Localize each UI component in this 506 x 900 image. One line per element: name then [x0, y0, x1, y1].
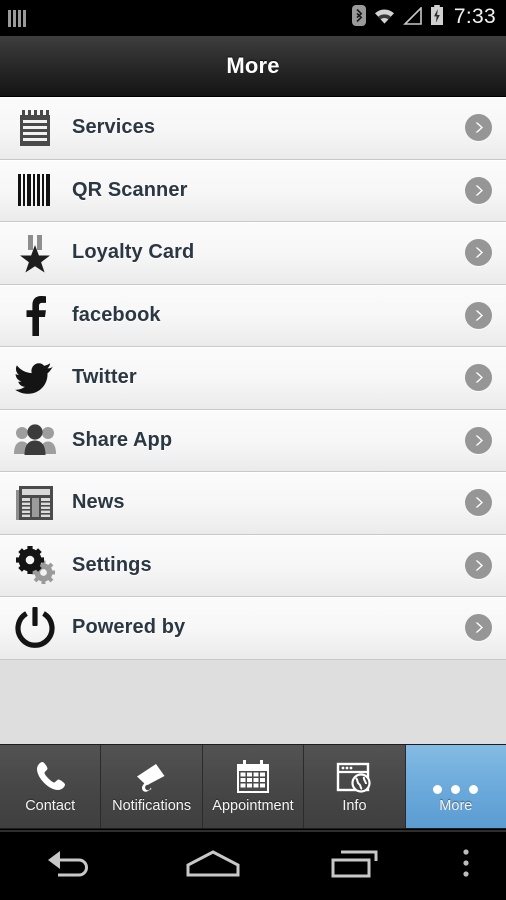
nav-overflow-menu-button[interactable]: [426, 832, 506, 900]
list-item-services[interactable]: Services: [0, 97, 506, 160]
status-bar: 7:33: [0, 0, 506, 36]
list-item-loyalty-card[interactable]: Loyalty Card: [0, 222, 506, 285]
chevron-right-icon[interactable]: [465, 114, 492, 142]
list-item-facebook[interactable]: facebook: [0, 284, 506, 347]
chevron-right-icon[interactable]: [465, 426, 492, 454]
tab-label: Info: [342, 797, 367, 814]
back-arrow-icon: [46, 849, 96, 884]
chevron-right-icon[interactable]: [465, 489, 492, 517]
gears-icon: [10, 543, 60, 587]
bluetooth-icon: [351, 5, 366, 31]
list-item-label: Twitter: [72, 366, 137, 389]
tab-label: Contact: [25, 797, 76, 814]
tab-label: Notifications: [112, 797, 192, 814]
list-item-label: Powered by: [72, 616, 186, 639]
list-item-qr-scanner[interactable]: QR Scanner: [0, 159, 506, 222]
chevron-right-icon[interactable]: [465, 176, 492, 204]
list-item-settings[interactable]: Settings: [0, 534, 506, 597]
status-bar-left: [8, 9, 26, 27]
status-bar-right: 7:33: [351, 5, 496, 31]
wifi-icon: [373, 7, 396, 30]
chevron-right-icon[interactable]: [465, 614, 492, 642]
tab-appointment[interactable]: Appointment: [202, 745, 305, 828]
page-title: More: [226, 53, 280, 78]
more-menu-list[interactable]: Services QR Scanner Loyalty Card faceboo…: [0, 97, 506, 744]
notepad-icon: [10, 106, 60, 150]
nav-recents-button[interactable]: [284, 832, 426, 900]
tab-label: Appointment: [212, 797, 294, 814]
newspaper-icon: [10, 481, 60, 525]
overflow-menu-icon: [461, 848, 471, 885]
bottom-tab-bar[interactable]: Contact Notifications Appointment Info M…: [0, 744, 506, 829]
list-item-twitter[interactable]: Twitter: [0, 347, 506, 410]
tab-label: More: [439, 797, 473, 814]
tab-notifications[interactable]: Notifications: [101, 745, 203, 828]
nav-home-button[interactable]: [142, 832, 284, 900]
list-item-label: facebook: [72, 303, 161, 326]
chevron-right-icon[interactable]: [465, 301, 492, 329]
megaphone-icon: [134, 760, 170, 794]
list-item-label: Settings: [72, 553, 152, 576]
list-item-label: Services: [72, 116, 156, 139]
list-item-label: Loyalty Card: [72, 241, 195, 264]
battery-charging-icon: [430, 5, 444, 31]
tab-info[interactable]: Info: [304, 745, 406, 828]
browser-globe-icon: [336, 760, 372, 794]
twitter-bird-icon: [10, 356, 60, 400]
medal-star-icon: [10, 231, 60, 275]
chevron-right-icon[interactable]: [465, 364, 492, 392]
home-icon: [185, 848, 241, 885]
tab-contact[interactable]: Contact: [0, 745, 102, 828]
facebook-icon: [10, 293, 60, 337]
nav-back-button[interactable]: [0, 832, 142, 900]
calendar-icon: [235, 759, 271, 794]
android-nav-bar[interactable]: [0, 830, 506, 900]
sim-bars-icon: [8, 9, 26, 27]
list-item-label: News: [72, 491, 125, 514]
chevron-right-icon[interactable]: [465, 551, 492, 579]
chevron-right-icon[interactable]: [465, 239, 492, 267]
people-group-icon: [10, 418, 60, 462]
power-icon: [10, 606, 60, 650]
recents-icon: [329, 848, 381, 885]
status-bar-clock: 7:33: [453, 5, 496, 28]
barcode-icon: [10, 168, 60, 212]
cell-signal-icon: [402, 5, 423, 30]
phone-icon: [33, 760, 67, 794]
tab-more[interactable]: More: [405, 745, 506, 828]
list-item-share-app[interactable]: Share App: [0, 409, 506, 472]
list-item-news[interactable]: News: [0, 472, 506, 535]
list-item-label: Share App: [72, 428, 173, 451]
list-item-powered-by[interactable]: Powered by: [0, 597, 506, 660]
ellipsis-icon: [433, 760, 479, 794]
list-item-label: QR Scanner: [72, 178, 188, 201]
title-bar: More: [0, 36, 506, 97]
